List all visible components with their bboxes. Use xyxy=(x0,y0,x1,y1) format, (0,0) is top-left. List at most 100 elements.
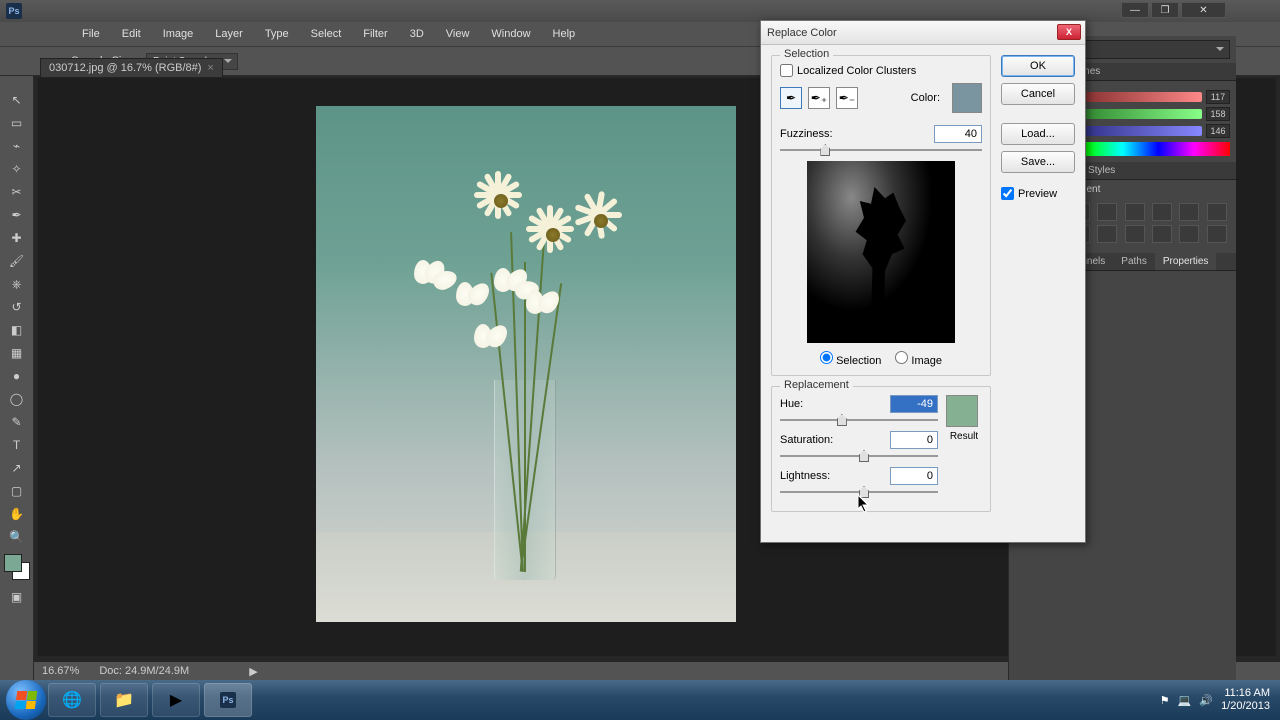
g-value[interactable]: 158 xyxy=(1206,107,1230,121)
selection-preview xyxy=(807,161,955,343)
marquee-tool[interactable]: ▭ xyxy=(5,112,29,134)
hue-label: Hue: xyxy=(780,398,803,410)
load-button[interactable]: Load... xyxy=(1001,123,1075,145)
adj-vibrance-icon[interactable] xyxy=(1125,203,1145,221)
selection-legend: Selection xyxy=(780,48,833,60)
adj-select-icon[interactable] xyxy=(1179,225,1199,243)
lightness-input[interactable] xyxy=(890,467,938,485)
ok-button[interactable]: OK xyxy=(1001,55,1075,77)
radio-image[interactable]: Image xyxy=(895,351,942,367)
canvas[interactable] xyxy=(316,106,736,622)
hue-slider[interactable] xyxy=(780,419,938,421)
eyedropper-add-icon[interactable]: ✒₊ xyxy=(808,87,830,109)
preview-checkbox[interactable]: Preview xyxy=(1001,187,1075,200)
quickmask-tool[interactable]: ▣ xyxy=(5,586,29,608)
minimize-button[interactable]: — xyxy=(1121,2,1149,18)
menu-filter[interactable]: Filter xyxy=(353,24,397,44)
taskbar-clock[interactable]: 11:16 AM 1/20/2013 xyxy=(1221,687,1274,713)
eyedropper-set-icon[interactable]: ✒ xyxy=(780,87,802,109)
menu-view[interactable]: View xyxy=(436,24,480,44)
saturation-slider[interactable] xyxy=(780,455,938,457)
wand-tool[interactable]: ✧ xyxy=(5,158,29,180)
menu-image[interactable]: Image xyxy=(153,24,204,44)
saturation-input[interactable] xyxy=(890,431,938,449)
replacement-legend: Replacement xyxy=(780,379,853,391)
paths-tab[interactable]: Paths xyxy=(1113,253,1155,270)
maximize-button[interactable]: ❐ xyxy=(1151,2,1179,18)
brush-tool[interactable]: 🖌 xyxy=(5,250,29,272)
adj-bw-icon[interactable] xyxy=(1179,203,1199,221)
menu-type[interactable]: Type xyxy=(255,24,299,44)
shape-tool[interactable]: ▢ xyxy=(5,480,29,502)
adj-photo-icon[interactable] xyxy=(1207,203,1227,221)
play-icon[interactable]: ▶ xyxy=(249,665,257,678)
crop-tool[interactable]: ✂ xyxy=(5,181,29,203)
eyedropper-tool[interactable]: ✒ xyxy=(5,204,29,226)
dialog-close-button[interactable]: X xyxy=(1057,24,1081,40)
menu-file[interactable]: File xyxy=(72,24,110,44)
menu-help[interactable]: Help xyxy=(543,24,586,44)
zoom-level[interactable]: 16.67% xyxy=(42,665,79,677)
adj-thresh-icon[interactable] xyxy=(1125,225,1145,243)
close-button[interactable]: ✕ xyxy=(1181,2,1226,18)
history-brush-tool[interactable]: ↺ xyxy=(5,296,29,318)
taskbar-media[interactable]: ▶ xyxy=(152,683,200,717)
menu-3d[interactable]: 3D xyxy=(400,24,434,44)
taskbar-photoshop[interactable]: Ps xyxy=(204,683,252,717)
close-tab-icon[interactable]: × xyxy=(207,62,213,74)
app-logo: Ps xyxy=(6,3,22,19)
hue-input[interactable] xyxy=(890,395,938,413)
tray-volume-icon[interactable]: 🔊 xyxy=(1199,694,1213,707)
taskbar-explorer[interactable]: 📁 xyxy=(100,683,148,717)
properties-tab[interactable]: Properties xyxy=(1155,253,1217,270)
localized-checkbox[interactable]: Localized Color Clusters xyxy=(780,64,982,77)
eraser-tool[interactable]: ◧ xyxy=(5,319,29,341)
b-value[interactable]: 146 xyxy=(1206,124,1230,138)
lasso-tool[interactable]: ⌁ xyxy=(5,135,29,157)
document-tab[interactable]: 030712.jpg @ 16.7% (RGB/8#)× xyxy=(40,58,223,78)
blur-tool[interactable]: ● xyxy=(5,365,29,387)
result-color-chip[interactable] xyxy=(946,395,978,427)
adj-hue-icon[interactable] xyxy=(1152,203,1172,221)
system-tray: ⚑ 💻 🔊 11:16 AM 1/20/2013 xyxy=(1160,687,1274,713)
color-swatches[interactable] xyxy=(4,554,30,580)
tray-flag-icon[interactable]: ⚑ xyxy=(1160,694,1170,707)
dodge-tool[interactable]: ◯ xyxy=(5,388,29,410)
result-label: Result xyxy=(946,431,982,442)
taskbar-ie[interactable]: 🌐 xyxy=(48,683,96,717)
save-button[interactable]: Save... xyxy=(1001,151,1075,173)
styles-tab[interactable]: Styles xyxy=(1080,162,1123,179)
selected-color-chip[interactable] xyxy=(952,83,982,113)
lightness-slider[interactable] xyxy=(780,491,938,493)
adj-more-icon[interactable] xyxy=(1207,225,1227,243)
r-value[interactable]: 117 xyxy=(1206,90,1230,104)
menu-select[interactable]: Select xyxy=(301,24,352,44)
zoom-tool[interactable]: 🔍 xyxy=(5,526,29,548)
healing-tool[interactable]: ✚ xyxy=(5,227,29,249)
menu-layer[interactable]: Layer xyxy=(205,24,253,44)
tray-network-icon[interactable]: 💻 xyxy=(1178,694,1192,707)
fuzziness-label: Fuzziness: xyxy=(780,128,833,140)
start-button[interactable] xyxy=(6,680,46,720)
adj-poster-icon[interactable] xyxy=(1097,225,1117,243)
pen-tool[interactable]: ✎ xyxy=(5,411,29,433)
radio-selection[interactable]: Selection xyxy=(820,351,881,367)
stamp-tool[interactable]: ⎈ xyxy=(5,273,29,295)
menu-window[interactable]: Window xyxy=(481,24,540,44)
move-tool[interactable]: ↖ xyxy=(5,89,29,111)
type-tool[interactable]: T xyxy=(5,434,29,456)
lightness-label: Lightness: xyxy=(780,470,830,482)
adj-gradmap-icon[interactable] xyxy=(1152,225,1172,243)
fuzziness-input[interactable] xyxy=(934,125,982,143)
gradient-tool[interactable]: ▦ xyxy=(5,342,29,364)
window-controls: — ❐ ✕ xyxy=(1121,2,1226,18)
adj-exposure-icon[interactable] xyxy=(1097,203,1117,221)
fuzziness-slider[interactable] xyxy=(780,149,982,151)
dialog-title[interactable]: Replace Color xyxy=(761,21,1085,45)
menu-edit[interactable]: Edit xyxy=(112,24,151,44)
cancel-button[interactable]: Cancel xyxy=(1001,83,1075,105)
foreground-swatch[interactable] xyxy=(4,554,22,572)
eyedropper-sub-icon[interactable]: ✒₋ xyxy=(836,87,858,109)
path-tool[interactable]: ↗ xyxy=(5,457,29,479)
hand-tool[interactable]: ✋ xyxy=(5,503,29,525)
